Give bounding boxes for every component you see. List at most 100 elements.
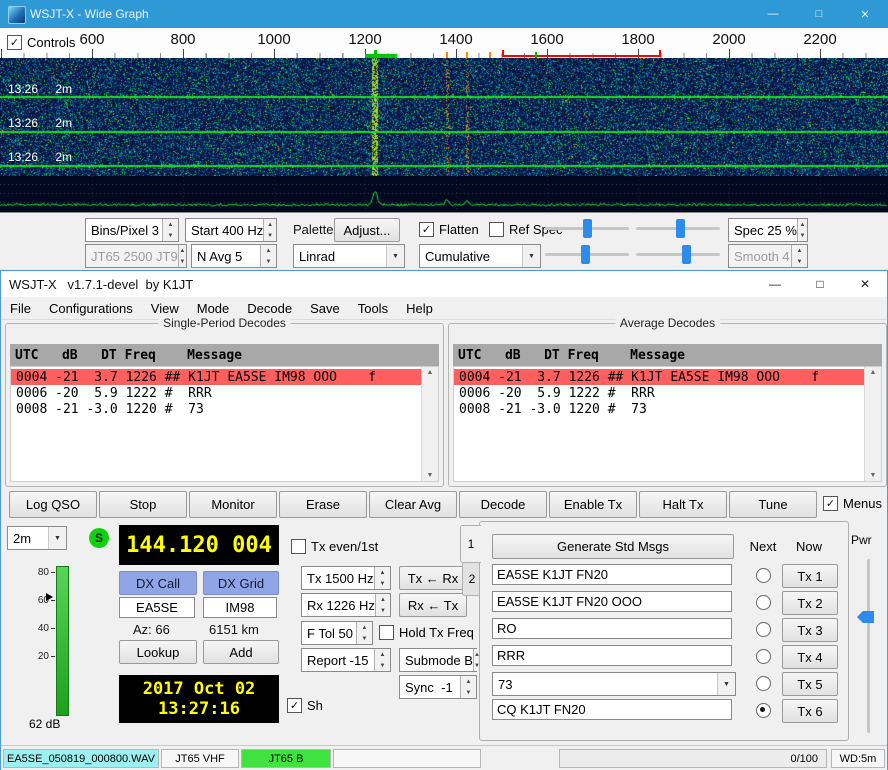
controls-checkbox[interactable]: Controls: [7, 35, 75, 50]
monitor-button[interactable]: Monitor: [189, 491, 277, 518]
dx-grid-button[interactable]: DX Grid: [203, 571, 279, 595]
dx-grid-input[interactable]: [203, 597, 277, 618]
hold-tx-freq-checkbox[interactable]: Hold Tx Freq: [379, 625, 474, 640]
report-spinner[interactable]: Report -15 ▲▼: [301, 648, 391, 672]
scroll-down-icon[interactable]: ▼: [427, 472, 434, 479]
stop-button[interactable]: Stop: [99, 491, 187, 518]
submode-spinner[interactable]: Submode B ▲▼: [399, 648, 477, 672]
close-button[interactable]: ✕: [842, 0, 888, 28]
tab-1[interactable]: 1: [460, 525, 481, 563]
slider-handle[interactable]: [676, 219, 685, 238]
display-mode-combo[interactable]: Cumulative ▼: [419, 244, 541, 268]
adjust-button[interactable]: Adjust...: [334, 218, 400, 242]
add-button[interactable]: Add: [203, 640, 279, 664]
tx-even-checkbox[interactable]: Tx even/1st: [291, 539, 378, 554]
decode-row[interactable]: 0008 -21 -3.0 1220 # 73: [11, 401, 421, 417]
menus-checkbox[interactable]: Menus: [823, 496, 882, 511]
start-freq-spinner[interactable]: Start 400 Hz ▲▼: [185, 218, 277, 242]
slider-handle[interactable]: [581, 245, 590, 264]
sync-spinner[interactable]: Sync -1 ▲▼: [399, 675, 477, 699]
spin-arrows[interactable]: ▲▼: [374, 567, 390, 589]
minimize-button[interactable]: —: [752, 271, 798, 297]
tx3-next-radio[interactable]: [756, 622, 771, 637]
decode-row[interactable]: 0004 -21 3.7 1226 ## K1JT EA5SE IM98 OOO…: [11, 369, 421, 385]
spin-arrows[interactable]: ▲▼: [260, 245, 276, 267]
n-avg-spinner[interactable]: N Avg 5 ▲▼: [191, 244, 277, 268]
tx3-now-button[interactable]: Tx 3: [782, 618, 838, 642]
spin-arrows[interactable]: ▲▼: [356, 622, 372, 644]
decode-row[interactable]: 0008 -21 -3.0 1220 # 73: [454, 401, 864, 417]
flatten-checkbox[interactable]: Flatten: [419, 222, 479, 237]
menu-file[interactable]: File: [1, 297, 40, 319]
menu-configurations[interactable]: Configurations: [40, 297, 142, 319]
spin-arrows[interactable]: ▲▼: [460, 676, 476, 698]
close-button[interactable]: ✕: [842, 271, 888, 297]
tx4-message-input[interactable]: [492, 645, 732, 666]
menu-tools[interactable]: Tools: [349, 297, 397, 319]
pwr-slider-track[interactable]: [867, 559, 870, 733]
spec-spinner[interactable]: Spec 25 % ▲▼: [728, 218, 808, 242]
zero-slider[interactable]: [636, 218, 720, 240]
scrollbar[interactable]: ▲▼: [421, 367, 438, 481]
halt-tx-button[interactable]: Halt Tx: [639, 491, 727, 518]
tx6-next-radio[interactable]: [756, 703, 771, 718]
frequency-scale[interactable]: Controls 600 800 1000 1200 1400 1600 180…: [0, 28, 888, 59]
scroll-up-icon[interactable]: ▲: [870, 369, 877, 376]
decode-button[interactable]: Decode: [459, 491, 547, 518]
clear-avg-button[interactable]: Clear Avg: [369, 491, 457, 518]
tx-from-rx-button[interactable]: Tx ← Rx: [399, 566, 467, 590]
tx6-now-button[interactable]: Tx 6: [782, 699, 838, 723]
menu-save[interactable]: Save: [301, 297, 349, 319]
pwr-slider-handle[interactable]: [857, 611, 874, 623]
band-combo[interactable]: 2m ▼: [7, 526, 67, 550]
enable-tx-button[interactable]: Enable Tx: [549, 491, 637, 518]
tx3-message-input[interactable]: [492, 618, 732, 639]
f-tol-spinner[interactable]: F Tol 50 ▲▼: [301, 621, 373, 645]
slider-handle[interactable]: [583, 219, 592, 238]
rx-freq-spinner[interactable]: Rx 1226 Hz ▲▼: [301, 593, 391, 617]
scroll-up-icon[interactable]: ▲: [427, 369, 434, 376]
zero2-slider[interactable]: [636, 244, 720, 266]
spin-arrows[interactable]: ▲▼: [797, 219, 807, 241]
dx-call-button[interactable]: DX Call: [119, 571, 197, 595]
sh-checkbox[interactable]: Sh: [287, 698, 323, 713]
spin-arrows[interactable]: ▲▼: [263, 219, 276, 241]
maximize-button[interactable]: □: [797, 271, 843, 297]
waterfall[interactable]: [0, 58, 888, 176]
gain-slider[interactable]: [545, 218, 629, 240]
scrollbar[interactable]: ▲▼: [864, 367, 881, 481]
tx5-message-combo[interactable]: 73 ▼: [492, 672, 736, 696]
scroll-down-icon[interactable]: ▼: [870, 472, 877, 479]
minimize-button[interactable]: —: [750, 0, 796, 28]
tx4-next-radio[interactable]: [756, 649, 771, 664]
tx2-now-button[interactable]: Tx 2: [782, 591, 838, 615]
slider-handle[interactable]: [682, 245, 691, 264]
tx2-message-input[interactable]: [492, 591, 732, 612]
generate-std-msgs-button[interactable]: Generate Std Msgs: [492, 534, 734, 559]
maximize-button[interactable]: □: [796, 0, 842, 28]
tx1-message-input[interactable]: [492, 564, 732, 585]
tx1-now-button[interactable]: Tx 1: [782, 564, 838, 588]
tx2-next-radio[interactable]: [756, 595, 771, 610]
tx-freq-spinner[interactable]: Tx 1500 Hz ▲▼: [301, 566, 391, 590]
bins-pixel-spinner[interactable]: Bins/Pixel 3 ▲▼: [85, 218, 179, 242]
log-qso-button[interactable]: Log QSO: [9, 491, 97, 518]
tx4-now-button[interactable]: Tx 4: [782, 645, 838, 669]
lookup-button[interactable]: Lookup: [119, 640, 197, 664]
erase-button[interactable]: Erase: [279, 491, 367, 518]
dx-call-input[interactable]: [119, 597, 195, 618]
decode-row[interactable]: 0004 -21 3.7 1226 ## K1JT EA5SE IM98 OOO…: [454, 369, 864, 385]
tx6-message-input[interactable]: [492, 699, 732, 720]
tx5-next-radio[interactable]: [756, 676, 771, 691]
spin-arrows[interactable]: ▲▼: [375, 594, 390, 616]
palette-combo[interactable]: Linrad ▼: [293, 244, 405, 268]
menu-help[interactable]: Help: [397, 297, 442, 319]
decode-row[interactable]: 0006 -20 5.9 1222 # RRR: [11, 385, 421, 401]
spin-arrows[interactable]: ▲▼: [374, 649, 390, 671]
decode-row[interactable]: 0006 -20 5.9 1222 # RRR: [454, 385, 864, 401]
tx1-next-radio[interactable]: [756, 568, 771, 583]
gain2-slider[interactable]: [545, 244, 629, 266]
spin-arrows[interactable]: ▲▼: [162, 219, 178, 241]
tx5-now-button[interactable]: Tx 5: [782, 672, 838, 696]
rx-from-tx-button[interactable]: Rx ← Tx: [399, 593, 467, 617]
